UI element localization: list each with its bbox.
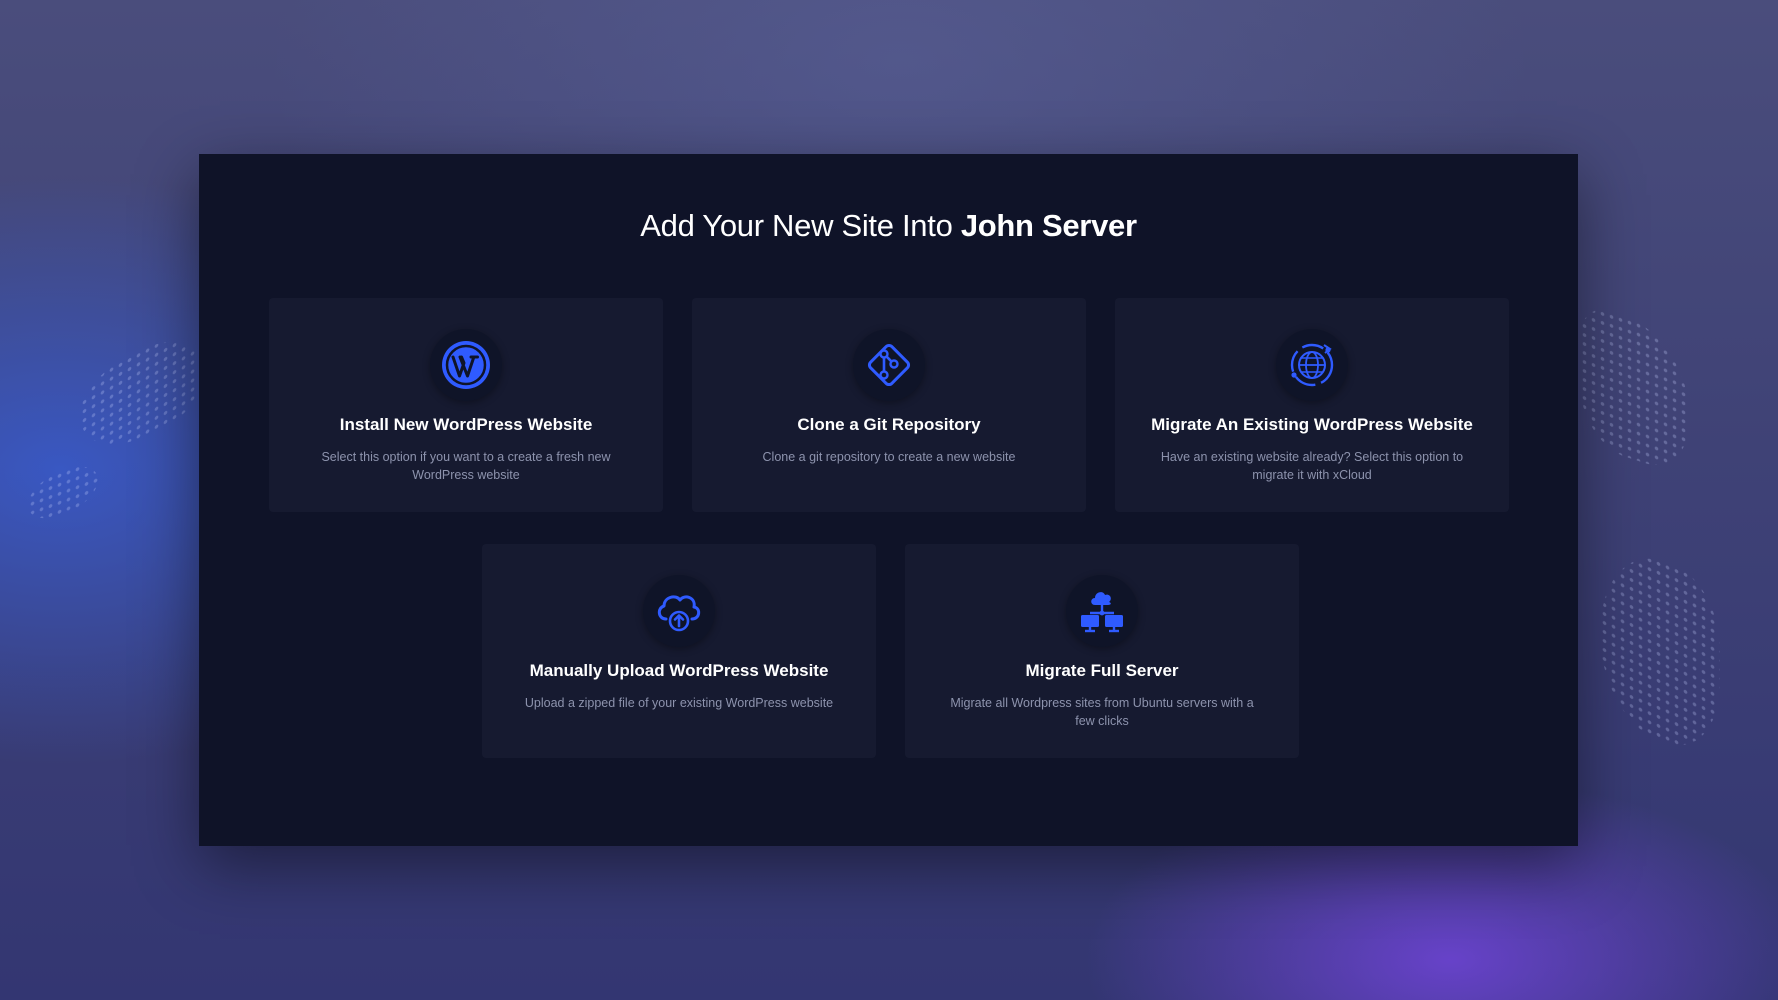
option-clone-git[interactable]: Clone a Git Repository Clone a git repos… [692,298,1086,512]
option-install-wordpress[interactable]: Install New WordPress Website Select thi… [269,298,663,512]
page-title: Add Your New Site Into John Server [199,208,1578,244]
background-map-dots [80,318,200,472]
background-map-dots [1580,302,1690,478]
option-migrate-wordpress[interactable]: Migrate An Existing WordPress Website Ha… [1115,298,1509,512]
git-icon [853,329,925,401]
option-upload-wordpress[interactable]: Manually Upload WordPress Website Upload… [482,544,876,758]
option-title: Install New WordPress Website [339,415,593,434]
option-title: Migrate Full Server [1025,661,1179,680]
cloud-upload-icon [643,575,715,647]
background-map-dots [28,457,98,528]
option-migrate-server[interactable]: Migrate Full Server Migrate all Wordpres… [905,544,1299,758]
globe-migrate-icon [1276,329,1348,401]
add-site-panel: Add Your New Site Into John Server Insta… [199,154,1578,846]
server-network-icon [1066,575,1138,647]
wordpress-icon [430,329,502,401]
background-map-dots [1600,535,1720,765]
option-description: Have an existing website already? Select… [1160,450,1464,482]
option-title: Migrate An Existing WordPress Website [1151,415,1473,434]
option-title: Manually Upload WordPress Website [529,661,829,680]
option-description: Clone a git repository to create a new w… [762,450,1016,464]
option-description: Migrate all Wordpress sites from Ubuntu … [950,696,1254,728]
server-name: John Server [960,208,1137,243]
option-description: Upload a zipped file of your existing Wo… [524,696,834,710]
option-title: Clone a Git Repository [797,415,981,434]
option-description: Select this option if you want to a crea… [321,450,611,482]
page-title-prefix: Add Your New Site Into [640,208,961,243]
